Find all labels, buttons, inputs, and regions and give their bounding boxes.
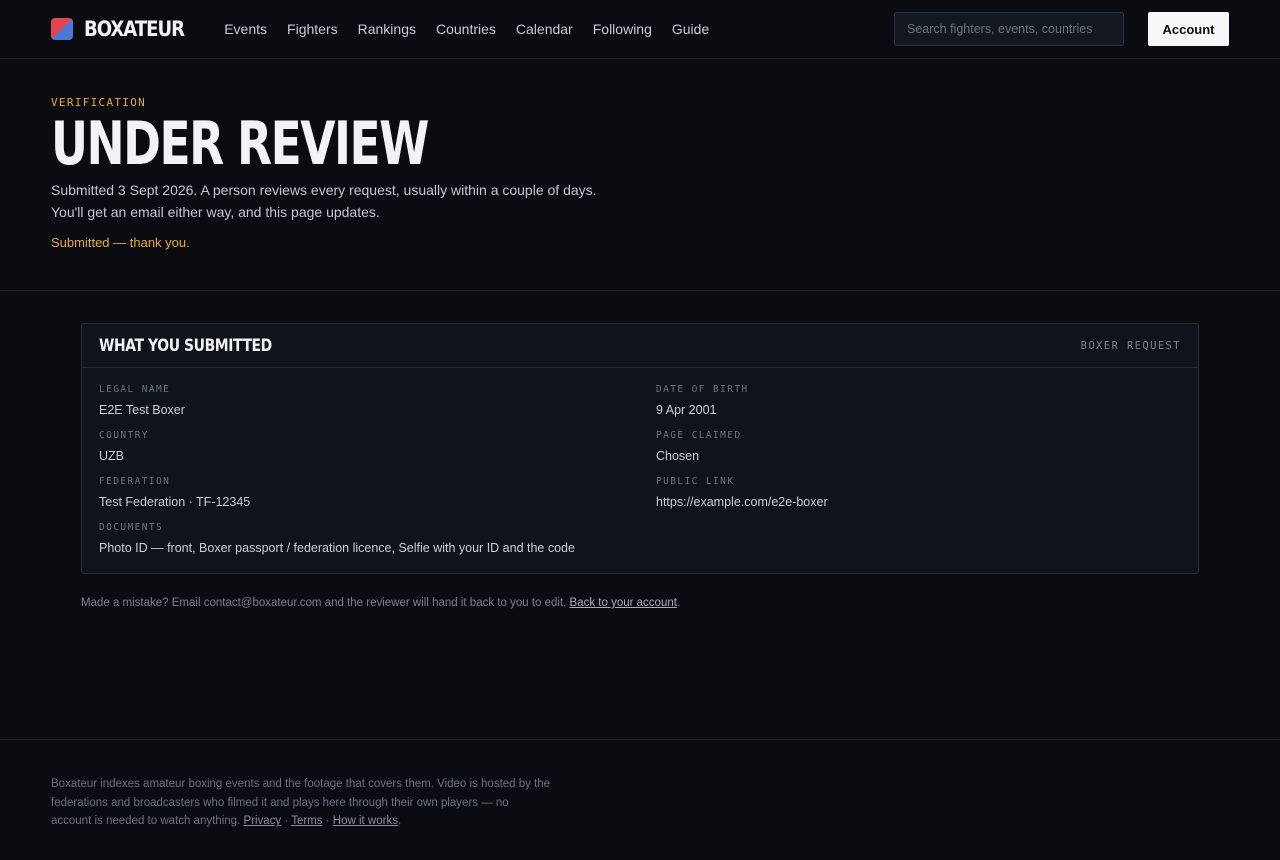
nav-rankings[interactable]: Rankings (358, 21, 416, 37)
top-bar: BOXATEUR Events Fighters Rankings Countr… (0, 0, 1280, 59)
confirmation-message: Submitted — thank you. (51, 235, 190, 250)
nav-events[interactable]: Events (224, 21, 267, 37)
edit-help-note: Made a mistake? Email contact@boxateur.c… (81, 597, 680, 609)
field-value: 9 Apr 2001 (656, 403, 717, 417)
footer-separator: · (325, 815, 330, 827)
brand-name: BOXATEUR (84, 17, 185, 41)
privacy-link[interactable]: Privacy (243, 815, 281, 827)
back-to-account-link[interactable]: Back to your account (570, 597, 677, 609)
field-value: Test Federation · TF-12345 (99, 495, 251, 509)
field-value: UZB (99, 449, 124, 463)
terms-link[interactable]: Terms (291, 815, 322, 827)
field-label: COUNTRY (99, 430, 149, 441)
field-label: PAGE CLAIMED (656, 430, 742, 441)
footer-separator: · (284, 815, 289, 827)
nav-guide[interactable]: Guide (672, 21, 709, 37)
lede-text: Submitted 3 Sept 2026. A person reviews … (51, 179, 1229, 223)
logo-icon (51, 18, 73, 40)
field-country: COUNTRY UZB (99, 430, 656, 465)
nav-calendar[interactable]: Calendar (516, 21, 573, 37)
field-label: PUBLIC LINK (656, 476, 735, 487)
lede-line-2: You'll get an email either way, and this… (51, 204, 380, 220)
eyebrow-label: VERIFICATION (51, 96, 147, 109)
page-title: UNDER REVIEW (51, 109, 429, 179)
field-value: Photo ID — front, Boxer passport / feder… (99, 541, 575, 555)
nav-following[interactable]: Following (593, 21, 652, 37)
field-value: https://example.com/e2e-boxer (656, 495, 828, 509)
footer-end: . (397, 815, 402, 827)
field-federation: FEDERATION Test Federation · TF-12345 (99, 476, 656, 511)
field-label: LEGAL NAME (99, 384, 171, 395)
hero-section: VERIFICATION UNDER REVIEW Submitted 3 Se… (0, 59, 1280, 291)
field-public-link: PUBLIC LINK https://example.com/e2e-boxe… (656, 476, 1181, 511)
account-button[interactable]: Account (1148, 12, 1229, 46)
field-label: FEDERATION (99, 476, 171, 487)
search-input[interactable] (894, 12, 1124, 46)
field-label: DATE OF BIRTH (656, 384, 749, 395)
note-text: Made a mistake? Email contact@boxateur.c… (81, 597, 567, 609)
nav-fighters[interactable]: Fighters (287, 21, 338, 37)
field-documents: DOCUMENTS Photo ID — front, Boxer passpo… (99, 522, 1181, 557)
submission-card: WHAT YOU SUBMITTED BOXER REQUEST LEGAL N… (81, 323, 1199, 574)
card-header: WHAT YOU SUBMITTED BOXER REQUEST (82, 324, 1198, 368)
field-date-of-birth: DATE OF BIRTH 9 Apr 2001 (656, 384, 1181, 419)
footer-text: Boxateur indexes amateur boxing events a… (51, 775, 551, 831)
field-page-claimed: PAGE CLAIMED Chosen (656, 430, 1181, 465)
request-type-tag: BOXER REQUEST (1080, 339, 1181, 352)
field-value: Chosen (656, 449, 700, 463)
main-nav: Events Fighters Rankings Countries Calen… (224, 21, 709, 37)
field-value: E2E Test Boxer (99, 403, 185, 417)
lede-line-1: Submitted 3 Sept 2026. A person reviews … (51, 182, 597, 198)
field-legal-name: LEGAL NAME E2E Test Boxer (99, 384, 656, 419)
nav-countries[interactable]: Countries (436, 21, 496, 37)
field-label: DOCUMENTS (99, 522, 164, 533)
note-end: . (676, 597, 681, 609)
how-it-works-link[interactable]: How it works (333, 815, 398, 827)
card-title: WHAT YOU SUBMITTED (99, 335, 272, 356)
brand-link[interactable]: BOXATEUR (51, 17, 200, 41)
site-footer: Boxateur indexes amateur boxing events a… (0, 739, 1280, 860)
submission-fields: LEGAL NAME E2E Test Boxer DATE OF BIRTH … (82, 368, 1198, 557)
